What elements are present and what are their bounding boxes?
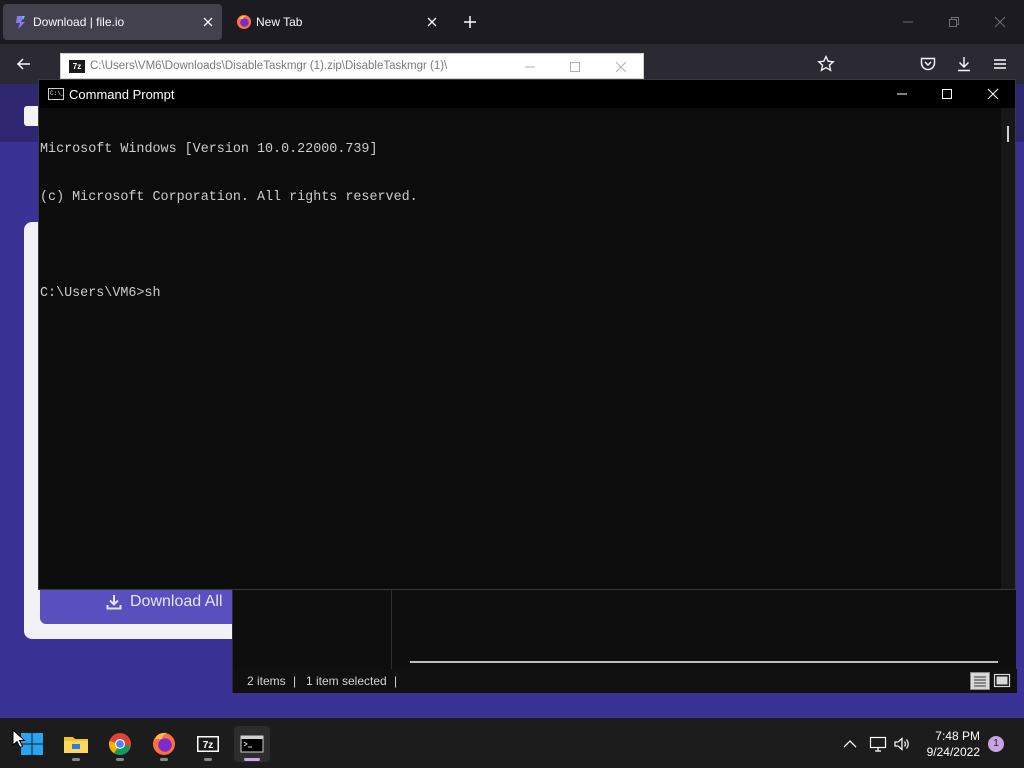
tab-new-tab[interactable]: New Tab bbox=[226, 4, 446, 40]
7zip-icon: 7z bbox=[197, 736, 219, 752]
status-separator: | bbox=[394, 674, 398, 688]
close-window-icon[interactable] bbox=[986, 87, 1000, 101]
status-selection: 1 item selected bbox=[306, 674, 387, 688]
close-tab-icon[interactable] bbox=[200, 14, 216, 30]
cmd-window-title: Command Prompt bbox=[69, 87, 175, 102]
minimize-icon[interactable] bbox=[898, 12, 918, 32]
tab-download-fileio[interactable]: Download | file.io bbox=[3, 4, 222, 40]
scrollbar-thumb[interactable] bbox=[1007, 126, 1009, 142]
close-window-icon[interactable] bbox=[990, 12, 1010, 32]
tab-title: New Tab bbox=[256, 15, 303, 29]
network-icon[interactable] bbox=[868, 734, 888, 754]
cmd-app-icon: C:\_ bbox=[48, 88, 64, 100]
download-icon bbox=[106, 595, 122, 610]
downloads-icon[interactable] bbox=[954, 54, 974, 74]
download-all-label: Download All bbox=[130, 593, 223, 610]
running-indicator bbox=[204, 758, 212, 761]
7zip-file-pane: 2 items | 1 item selected | bbox=[232, 589, 1017, 693]
console-output[interactable]: Microsoft Windows [Version 10.0.22000.73… bbox=[39, 108, 1001, 589]
system-clock[interactable]: 7:48 PM 9/24/2022 bbox=[912, 728, 980, 760]
7zip-window-title: C:\Users\VM6\Downloads\DisableTaskmgr (1… bbox=[90, 60, 448, 72]
back-icon[interactable] bbox=[14, 54, 34, 74]
running-indicator bbox=[72, 758, 80, 761]
7zip-status-bar: 2 items | 1 item selected | bbox=[233, 669, 1017, 693]
running-indicator bbox=[116, 758, 124, 761]
command-prompt-window[interactable]: C:\_ Command Prompt Microsoft Windows [V… bbox=[38, 79, 1016, 590]
clock-date: 9/24/2022 bbox=[926, 745, 980, 759]
running-indicator bbox=[160, 758, 168, 761]
download-all-button[interactable]: Download All bbox=[106, 593, 223, 611]
bookmark-star-icon[interactable] bbox=[816, 54, 836, 74]
details-view-icon[interactable] bbox=[970, 672, 990, 690]
fileio-favicon-icon bbox=[16, 16, 25, 29]
clock-time: 7:48 PM bbox=[935, 729, 980, 743]
pocket-icon[interactable] bbox=[918, 54, 938, 74]
close-window-icon[interactable] bbox=[614, 60, 628, 74]
taskbar-7zip[interactable]: 7z bbox=[190, 726, 226, 762]
chrome-icon bbox=[109, 733, 131, 756]
restore-icon[interactable] bbox=[944, 12, 964, 32]
taskbar-chrome[interactable] bbox=[102, 726, 138, 762]
minimize-icon[interactable] bbox=[895, 87, 909, 101]
preview-view-icon[interactable] bbox=[992, 672, 1012, 690]
notification-badge[interactable]: 1 bbox=[988, 736, 1004, 752]
tab-title: Download | file.io bbox=[33, 15, 125, 29]
new-tab-plus-icon[interactable] bbox=[460, 12, 480, 32]
taskbar-firefox[interactable] bbox=[146, 726, 182, 762]
maximize-icon[interactable] bbox=[568, 60, 582, 74]
chevron-up-icon[interactable] bbox=[840, 734, 860, 754]
taskbar-file-explorer[interactable] bbox=[58, 726, 94, 762]
site-logo bbox=[24, 106, 38, 126]
minimize-icon[interactable] bbox=[523, 60, 537, 74]
console-line: Microsoft Windows [Version 10.0.22000.73… bbox=[40, 142, 378, 157]
taskbar-command-prompt[interactable] bbox=[234, 726, 270, 762]
7zip-app-icon: 7z bbox=[69, 60, 85, 73]
status-separator: | bbox=[293, 674, 297, 688]
console-prompt-line[interactable]: C:\Users\VM6>sh bbox=[40, 286, 1001, 302]
maximize-icon[interactable] bbox=[940, 87, 954, 101]
file-explorer-icon bbox=[64, 737, 88, 753]
7zip-title-bar: 7z C:\Users\VM6\Downloads\DisableTaskmgr… bbox=[60, 53, 644, 79]
mouse-cursor-icon bbox=[12, 729, 26, 749]
column-divider[interactable] bbox=[391, 589, 392, 669]
taskbar: 7z 7:48 PM 9/24/2022 1 bbox=[0, 718, 1024, 768]
volume-icon[interactable] bbox=[892, 734, 912, 754]
firefox-favicon-icon bbox=[237, 15, 251, 29]
console-line: (c) Microsoft Corporation. All rights re… bbox=[40, 190, 418, 205]
status-item-count: 2 items bbox=[247, 674, 286, 688]
active-indicator bbox=[244, 758, 260, 761]
7zip-icon-label: 7z bbox=[203, 740, 214, 751]
horizontal-scrollbar[interactable] bbox=[410, 661, 998, 663]
close-tab-icon[interactable] bbox=[424, 14, 440, 30]
browser-tab-bar: Download | file.io New Tab bbox=[0, 0, 1024, 44]
vertical-scrollbar[interactable] bbox=[1001, 108, 1015, 589]
menu-icon[interactable] bbox=[990, 54, 1010, 74]
firefox-icon bbox=[153, 732, 175, 755]
terminal-icon bbox=[240, 735, 264, 753]
cmd-title-bar[interactable]: C:\_ Command Prompt bbox=[39, 80, 1015, 108]
